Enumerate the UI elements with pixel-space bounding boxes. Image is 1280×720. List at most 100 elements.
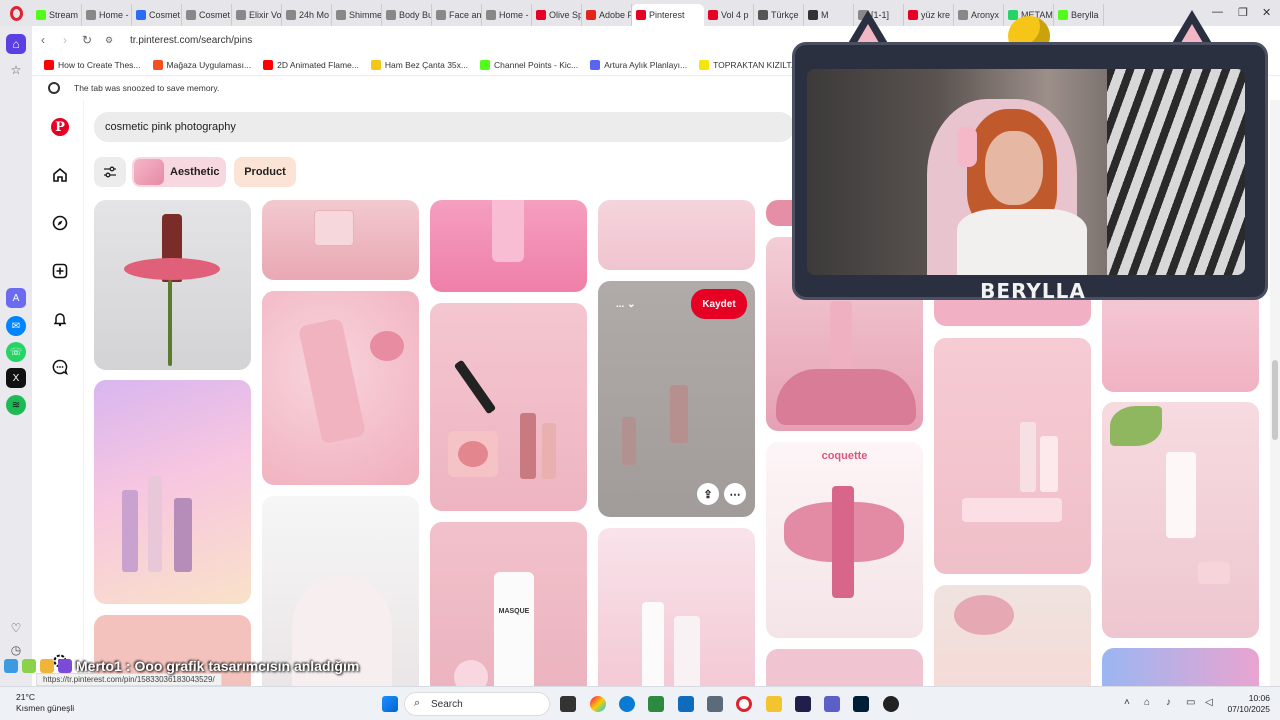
pin-card[interactable] — [1102, 290, 1259, 392]
bookmark-item[interactable]: 2D Animated Flame... — [263, 59, 359, 70]
opera-menu-button[interactable] — [0, 0, 32, 26]
pin-card[interactable]: coquette — [766, 442, 923, 638]
browser-tab[interactable]: Home - — [482, 4, 532, 26]
bookmark-item[interactable]: Channel Points - Kic... — [480, 59, 578, 70]
webcam-overlay: BERYLLA — [792, 10, 1270, 303]
bookmark-favicon-icon — [44, 59, 54, 70]
product-tube — [174, 498, 192, 572]
pin-card[interactable] — [1102, 402, 1259, 638]
scrollbar-thumb[interactable] — [1272, 360, 1278, 440]
webcam-frame: BERYLLA — [792, 42, 1268, 303]
more-options-button[interactable]: ⋯ — [724, 483, 746, 505]
obs-icon[interactable] — [883, 696, 899, 712]
windows-start-icon[interactable] — [382, 696, 398, 712]
chip-product[interactable]: Product — [234, 157, 296, 187]
browser-tab[interactable]: Adobe F — [582, 4, 632, 26]
pin-card[interactable] — [262, 291, 419, 485]
tab-label: Adobe F — [599, 10, 632, 20]
cream-tube — [1166, 452, 1196, 538]
home-icon[interactable] — [51, 166, 69, 184]
serum-bottle — [670, 385, 688, 443]
bookmark-favicon-icon — [152, 59, 163, 70]
store-icon[interactable] — [648, 696, 664, 712]
bookmark-item[interactable]: TOPRAKTAN KIZILT... — [699, 59, 798, 70]
reload-icon[interactable]: ↻ — [76, 33, 98, 47]
messenger-icon[interactable]: ✉ — [6, 316, 26, 336]
chevron-up-icon[interactable]: ˄ — [1124, 697, 1130, 708]
create-plus-icon[interactable] — [51, 262, 69, 280]
forward-icon[interactable]: › — [54, 33, 76, 47]
tab-label: Home - — [99, 10, 129, 20]
edge-icon[interactable] — [619, 696, 635, 712]
microphone-icon[interactable]: ♪ — [1166, 697, 1171, 708]
tab-favicon-icon — [336, 10, 346, 20]
star-icon[interactable]: ☆ — [6, 60, 26, 80]
chip-aesthetic[interactable]: Aesthetic — [132, 157, 226, 187]
aria-icon[interactable]: A — [6, 288, 26, 308]
browser-tab[interactable]: 24h Mo — [282, 4, 332, 26]
bookmark-item[interactable]: Ham Bez Çanta 35x... — [370, 59, 468, 70]
volume-icon[interactable]: ◁ — [1205, 697, 1213, 708]
pin-card[interactable] — [262, 200, 419, 280]
pin-board-dropdown[interactable]: ... ⌄ — [616, 299, 636, 310]
browser-tab[interactable]: Pinterest — [632, 4, 704, 26]
browser-tab[interactable]: Olive Sp — [532, 4, 582, 26]
whatsapp-icon[interactable]: ☏ — [6, 342, 26, 362]
browser-tab[interactable]: Cosmet — [132, 4, 182, 26]
browser-tab[interactable]: Face an — [432, 4, 482, 26]
x-twitter-icon[interactable]: X — [6, 368, 26, 388]
pin-card[interactable] — [934, 585, 1091, 686]
photoshop-icon[interactable] — [853, 696, 869, 712]
url-field[interactable]: tr.pinterest.com/search/pins — [130, 35, 252, 46]
notifications-bell-icon[interactable] — [51, 310, 69, 328]
weather-widget[interactable]: 21°C Kısmen güneşli — [16, 692, 74, 714]
browser-tab[interactable]: Elixir Vo — [232, 4, 282, 26]
copilot-icon[interactable] — [590, 696, 606, 712]
pin-card[interactable] — [598, 200, 755, 270]
outlook-icon[interactable] — [678, 696, 694, 712]
filter-button[interactable] — [94, 157, 126, 187]
save-button[interactable]: Kaydet — [691, 289, 747, 319]
bookmark-item[interactable]: Artura Aylık Planlayı... — [590, 59, 687, 70]
chat-badge-icon — [40, 659, 54, 673]
bookmark-item[interactable]: Mağaza Uygulaması... — [152, 59, 251, 70]
browser-tab[interactable]: Vol 4 p — [704, 4, 754, 26]
pin-card[interactable] — [598, 528, 755, 686]
monitor-icon[interactable] — [707, 696, 723, 712]
pinterest-logo-icon[interactable]: P — [51, 118, 69, 136]
workspace-home-icon[interactable]: ⌂ — [6, 34, 26, 54]
share-button[interactable]: ⇪ — [697, 483, 719, 505]
browser-tab[interactable]: Body Bu — [382, 4, 432, 26]
browser-tab[interactable]: Cosmet — [182, 4, 232, 26]
pin-card[interactable]: MASQUE — [430, 522, 587, 686]
search-input[interactable]: cosmetic pink photography — [94, 112, 794, 142]
site-info-icon[interactable]: ⚙ — [98, 35, 120, 46]
pin-card[interactable] — [934, 338, 1091, 574]
page-scrollbar[interactable] — [1270, 100, 1280, 686]
bookmark-item[interactable]: How to Create Thes... — [44, 59, 141, 70]
taskbar-search[interactable]: ⌕ Search — [404, 692, 550, 716]
pin-card[interactable] — [430, 303, 587, 511]
pin-card[interactable] — [766, 649, 923, 686]
browser-tab[interactable]: Shimme — [332, 4, 382, 26]
back-icon[interactable]: ‹ — [32, 33, 54, 47]
system-clock[interactable]: 10:06 07/10/2025 — [1227, 693, 1270, 715]
messages-icon[interactable] — [51, 358, 69, 376]
pin-card-hovered[interactable]: ... ⌄ Kaydet ⇪ ⋯ — [598, 281, 755, 517]
pin-card[interactable] — [1102, 648, 1259, 686]
task-view-icon[interactable] — [560, 696, 576, 712]
file-explorer-icon[interactable] — [766, 696, 782, 712]
explore-compass-icon[interactable] — [51, 214, 69, 232]
browser-tab[interactable]: Home - — [82, 4, 132, 26]
display-icon[interactable]: ▭ — [1186, 697, 1195, 708]
browser-tab[interactable]: Stream — [32, 4, 82, 26]
pin-card[interactable] — [430, 200, 587, 292]
pin-card[interactable] — [94, 380, 251, 604]
opera-taskbar-icon[interactable] — [736, 696, 752, 712]
teams-icon[interactable] — [824, 696, 840, 712]
network-icon[interactable]: ⌂ — [1144, 697, 1150, 708]
heart-icon[interactable]: ♡ — [6, 618, 26, 638]
spotify-icon[interactable]: ≋ — [6, 395, 26, 415]
after-effects-icon[interactable] — [795, 696, 811, 712]
pin-card[interactable] — [94, 200, 251, 370]
